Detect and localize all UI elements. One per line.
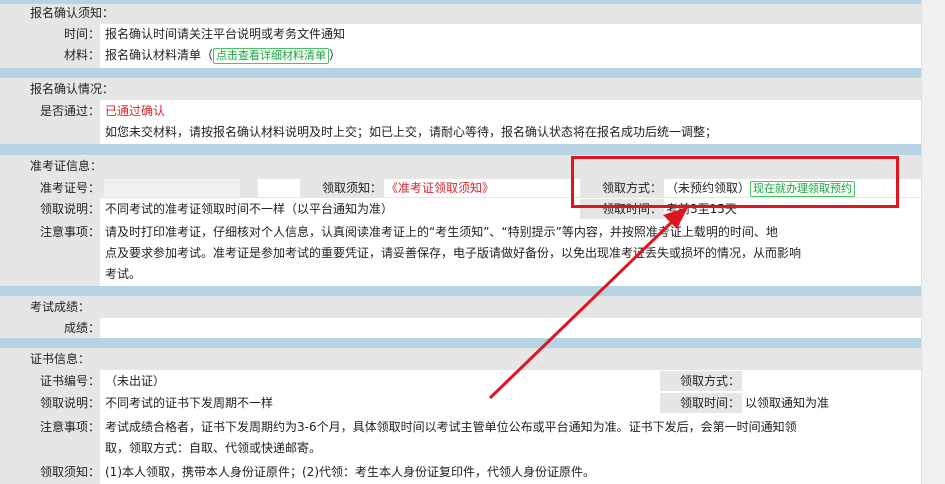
annotation-arrow (488, 207, 688, 400)
arrow-shaft (488, 216, 678, 400)
